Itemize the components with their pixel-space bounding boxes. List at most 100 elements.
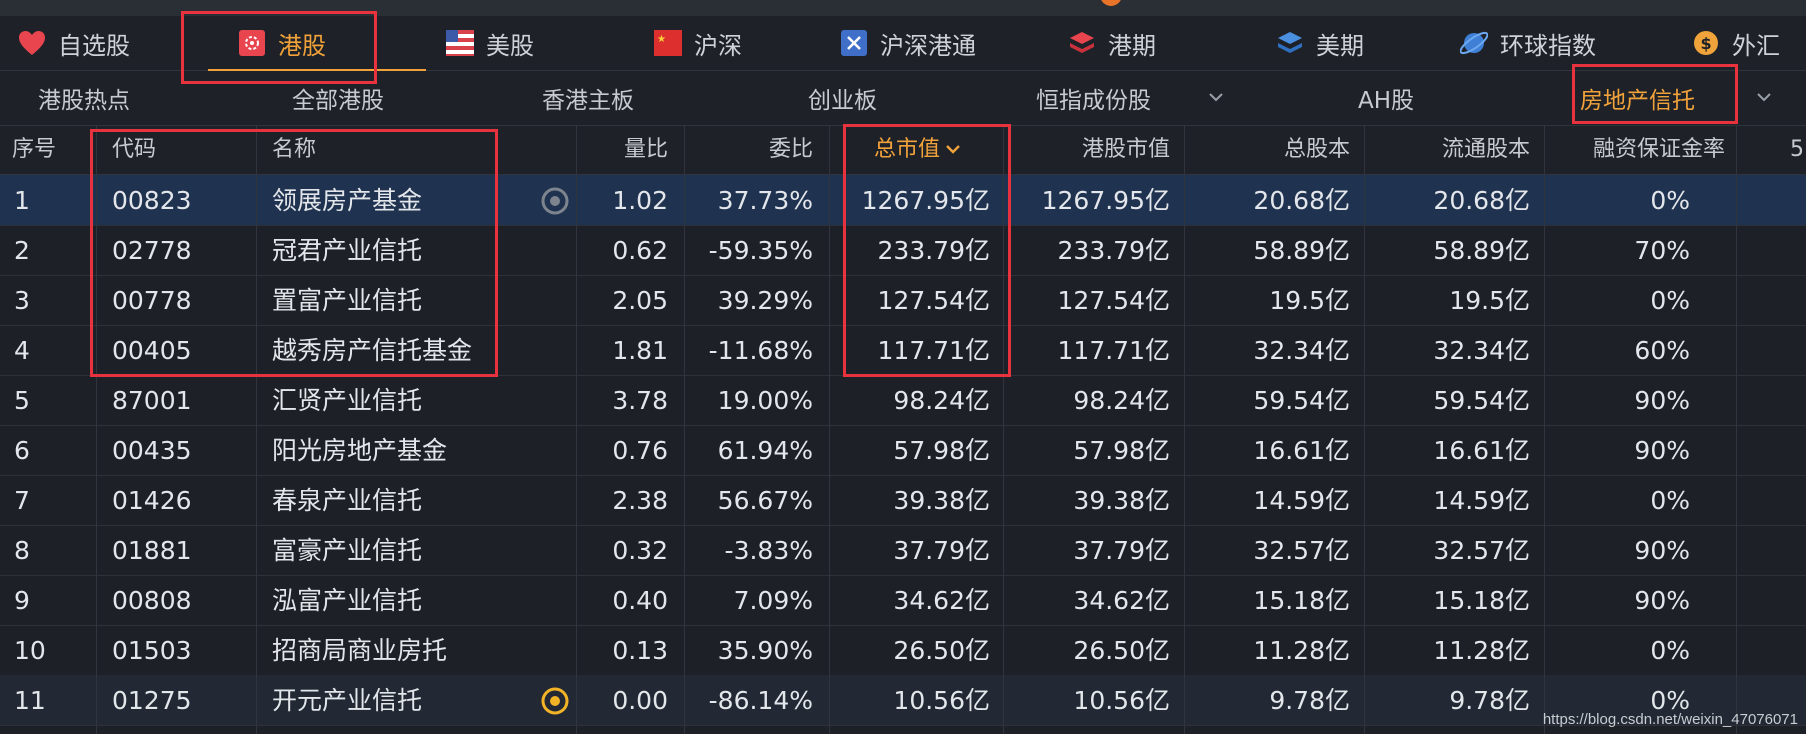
cell-code: 00778: [112, 286, 192, 315]
col-total-shares[interactable]: 总股本: [1200, 126, 1350, 174]
cell-code: 01881: [112, 536, 192, 565]
subtab-gem[interactable]: 创业板: [808, 71, 877, 125]
table-row[interactable]: 10 01503 招商局商业房托 0.13 35.90% 26.50亿 26.50亿 11.2…: [0, 625, 1806, 676]
cell-total-shares: 15.18亿: [1253, 586, 1350, 615]
cell-seq: 2: [14, 236, 30, 265]
cell-total-shares: 11.28亿: [1253, 636, 1350, 665]
table-row[interactable]: 8 01881 富豪产业信托 0.32 -3.83% 37.79亿 37.79亿 32.57亿…: [0, 525, 1806, 576]
table-row[interactable]: 5 87001 汇贤产业信托 3.78 19.00% 98.24亿 98.24亿 59.54亿…: [0, 375, 1806, 426]
tab-label: 港期: [1108, 31, 1156, 60]
col-code[interactable]: 代码: [112, 126, 156, 174]
cell-vol-ratio: 0.40: [612, 586, 668, 615]
col-margin-rate[interactable]: 融资保证金率: [1560, 126, 1725, 174]
connect-icon: [840, 29, 868, 57]
column-divider: [829, 126, 830, 734]
cell-code: 01275: [112, 686, 192, 715]
cell-hk-mcap: 117.71亿: [1057, 336, 1170, 365]
col-next-partial[interactable]: 5: [1790, 126, 1804, 174]
cell-bid-ratio: 7.09%: [733, 586, 813, 615]
tab-forex[interactable]: $ 外汇: [1692, 16, 1780, 70]
cell-float-shares: 19.5亿: [1449, 286, 1530, 315]
cell-margin-rate: 0%: [1650, 186, 1690, 215]
subtab-hsi-constituents[interactable]: 恒指成份股: [1036, 71, 1151, 125]
table-row[interactable]: 3 00778 置富产业信托 2.05 39.29% 127.54亿 127.54亿 19.5…: [0, 275, 1806, 326]
cell-float-shares: 16.61亿: [1433, 436, 1530, 465]
watermark: https://blog.csdn.net/weixin_47076071: [1542, 711, 1798, 728]
cell-seq: 9: [14, 586, 30, 615]
col-float-shares[interactable]: 流通股本: [1380, 126, 1530, 174]
table-row[interactable]: 2 02778 冠君产业信托 0.62 -59.35% 233.79亿 233.79亿 58.…: [0, 225, 1806, 276]
watch-eye-active-icon[interactable]: [540, 686, 570, 716]
subtab-hk-hot[interactable]: 港股热点: [38, 71, 130, 125]
column-divider: [576, 126, 577, 734]
dollar-coin-icon: $: [1692, 29, 1720, 57]
cell-seq: 11: [14, 686, 46, 715]
cell-code: 01426: [112, 486, 192, 515]
tab-stock-connect[interactable]: 沪深港通: [840, 16, 976, 70]
cell-hk-mcap: 26.50亿: [1073, 636, 1170, 665]
window-top-strip: [0, 0, 1806, 16]
table-row[interactable]: 7 01426 春泉产业信托 2.38 56.67% 39.38亿 39.38亿 14.59亿…: [0, 475, 1806, 526]
column-divider: [1544, 126, 1545, 734]
cell-bid-ratio: -86.14%: [708, 686, 813, 715]
cell-name: 春泉产业信托: [272, 486, 423, 515]
stack-red-icon: [1068, 29, 1096, 57]
hk-flag-icon: [238, 29, 266, 57]
cell-total-mcap: 10.56亿: [893, 686, 990, 715]
tab-label: 沪深港通: [880, 31, 976, 60]
tab-global-index[interactable]: 环球指数: [1460, 16, 1596, 70]
cell-total-mcap: 127.54亿: [877, 286, 990, 315]
subtab-all-hk[interactable]: 全部港股: [292, 71, 384, 125]
cell-margin-rate: 90%: [1634, 386, 1690, 415]
watch-eye-icon[interactable]: [540, 186, 570, 216]
col-name[interactable]: 名称: [272, 126, 316, 174]
table-row[interactable]: 9 00808 泓富产业信托 0.40 7.09% 34.62亿 34.62亿 15.18亿 1…: [0, 575, 1806, 626]
table-row[interactable]: 11 01275 开元产业信托 0.00 -86.14% 10.56亿 10.56亿 9.78…: [0, 675, 1806, 726]
col-hk-mcap[interactable]: 港股市值: [1020, 126, 1170, 174]
column-divider: [1184, 126, 1185, 734]
col-seq[interactable]: 序号: [12, 126, 56, 174]
cell-float-shares: 11.28亿: [1433, 636, 1530, 665]
sub-tab-bar: 港股热点 全部港股 香港主板 创业板 恒指成份股 AH股 房地产信托: [0, 71, 1806, 126]
cell-total-mcap: 117.71亿: [877, 336, 990, 365]
chevron-down-icon[interactable]: [1204, 85, 1228, 109]
tab-watchlist[interactable]: 自选股: [18, 16, 130, 70]
cell-total-shares: 58.89亿: [1253, 236, 1350, 265]
tab-shanghai-shenzhen[interactable]: ★ 沪深: [654, 16, 742, 70]
tab-us-futures[interactable]: 美期: [1276, 16, 1364, 70]
table-row[interactable]: 4 00405 越秀房产信托基金 1.81 -11.68% 117.71亿 117.71亿 3…: [0, 325, 1806, 376]
tab-hk-futures[interactable]: 港期: [1068, 16, 1156, 70]
subtab-reits[interactable]: 房地产信托: [1580, 71, 1695, 125]
tab-label: 美股: [486, 31, 534, 60]
cell-hk-mcap: 39.38亿: [1073, 486, 1170, 515]
cell-code: 00405: [112, 336, 192, 365]
col-vol-ratio[interactable]: 量比: [580, 126, 668, 174]
cell-margin-rate: 60%: [1634, 336, 1690, 365]
cell-code: 01503: [112, 636, 192, 665]
table-row[interactable]: 1 00823 领展房产基金 1.02 37.73% 1267.95亿 1267.95亿 20…: [0, 175, 1806, 226]
tab-label: 环球指数: [1500, 31, 1596, 60]
cell-hk-mcap: 127.54亿: [1057, 286, 1170, 315]
cell-hk-mcap: 57.98亿: [1073, 436, 1170, 465]
tab-us-stocks[interactable]: 美股: [446, 16, 534, 70]
heart-icon: [18, 29, 46, 57]
cell-hk-mcap: 34.62亿: [1073, 586, 1170, 615]
subtab-main-board[interactable]: 香港主板: [542, 71, 634, 125]
column-divider: [1736, 126, 1737, 734]
cell-margin-rate: 90%: [1634, 536, 1690, 565]
tab-hk-stocks[interactable]: 港股: [208, 16, 426, 71]
col-bid-ratio[interactable]: 委比: [700, 126, 813, 174]
cell-float-shares: 15.18亿: [1433, 586, 1530, 615]
cell-total-mcap: 37.79亿: [893, 536, 990, 565]
cell-float-shares: 32.34亿: [1433, 336, 1530, 365]
subtab-ah-shares[interactable]: AH股: [1358, 71, 1414, 125]
col-total-mcap[interactable]: 总市值: [850, 126, 962, 174]
cell-name: 阳光房地产基金: [272, 436, 448, 465]
cell-code: 00808: [112, 586, 192, 615]
chevron-down-icon[interactable]: [1752, 85, 1776, 109]
cell-code: 00435: [112, 436, 192, 465]
cell-total-shares: 59.54亿: [1253, 386, 1350, 415]
table-row[interactable]: 6 00435 阳光房地产基金 0.76 61.94% 57.98亿 57.98亿 16.61…: [0, 425, 1806, 476]
table-header: 序号 代码 名称 量比 委比 总市值 港股市值 总股本 流通股本 融资保证金率 …: [0, 126, 1806, 175]
cell-total-mcap: 34.62亿: [893, 586, 990, 615]
